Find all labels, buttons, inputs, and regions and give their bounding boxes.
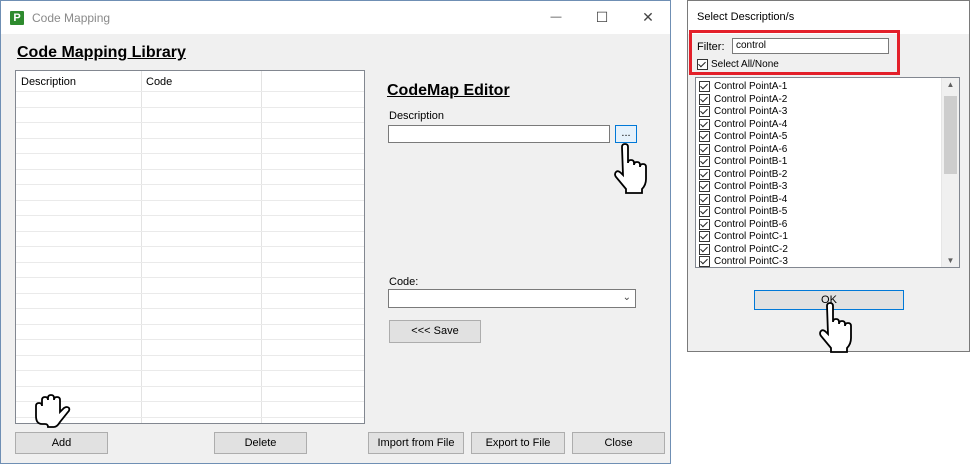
- pointer-hand-icon: [614, 143, 647, 194]
- grid-row-line: [16, 261, 364, 263]
- list-item-checkbox[interactable]: [699, 218, 710, 230]
- list-item-checkbox[interactable]: [699, 118, 710, 130]
- list-item-label: Control PointA-1: [714, 81, 788, 92]
- minimize-button[interactable]: —: [533, 1, 579, 34]
- list-item-checkbox[interactable]: [699, 206, 710, 217]
- close-window-button[interactable]: ✕: [625, 1, 671, 34]
- list-item-label: Control PointB-5: [714, 206, 788, 217]
- editor-heading: CodeMap Editor: [387, 82, 510, 99]
- grid-row-line: [16, 354, 364, 356]
- list-item-label: Control PointA-3: [714, 106, 788, 117]
- list-item-label: Control PointA-4: [714, 118, 788, 130]
- list-item-label: Control PointA-2: [714, 93, 788, 105]
- grid-row-line: [16, 230, 364, 232]
- import-button[interactable]: Import from File: [368, 432, 464, 454]
- grid-row-line: [16, 91, 364, 92]
- list-item-checkbox[interactable]: [699, 93, 710, 105]
- grid-row-line: [16, 277, 364, 278]
- title-bar: P Code Mapping — ☐ ✕: [1, 1, 670, 34]
- grid-row-line: [16, 215, 364, 216]
- grid-row-line: [16, 106, 364, 108]
- list-item-checkbox[interactable]: [699, 106, 710, 117]
- browse-description-button[interactable]: ...: [615, 125, 637, 143]
- description-label: Description: [389, 110, 445, 122]
- code-dropdown[interactable]: ⌄: [388, 289, 636, 308]
- grid-row-line: [16, 199, 364, 201]
- list-item-checkbox[interactable]: [699, 243, 710, 255]
- grid-row-line: [16, 370, 364, 371]
- list-scrollbar[interactable]: ▲ ▼: [941, 78, 959, 267]
- grid-row-line: [16, 308, 364, 309]
- list-item-checkbox[interactable]: [699, 256, 710, 267]
- list-item-label: Control PointA-6: [714, 143, 788, 155]
- list-item-checkbox[interactable]: [699, 193, 710, 205]
- list-item-label: Control PointB-4: [714, 193, 788, 205]
- list-item-label: Control PointC-2: [714, 243, 788, 255]
- grid-header-description[interactable]: Description: [21, 76, 76, 88]
- list-item-checkbox[interactable]: [699, 156, 710, 167]
- grid-row-line: [16, 153, 364, 154]
- save-button[interactable]: <<< Save: [389, 320, 481, 343]
- scrollbar-thumb[interactable]: [944, 96, 957, 174]
- grid-header-code[interactable]: Code: [146, 76, 172, 88]
- list-item-label: Control PointB-6: [714, 218, 788, 230]
- list-item-label: Control PointC-3: [714, 256, 788, 267]
- library-heading: Code Mapping Library: [17, 44, 186, 61]
- grid-row-line: [16, 122, 364, 123]
- grid-row-line: [16, 339, 364, 340]
- close-button[interactable]: Close: [572, 432, 665, 454]
- highlight-box: [689, 30, 900, 75]
- list-item-label: Control PointB-2: [714, 168, 788, 180]
- chevron-up-icon[interactable]: ▲: [942, 80, 959, 89]
- list-item-checkbox[interactable]: [699, 168, 710, 180]
- list-item-checkbox[interactable]: [699, 81, 710, 92]
- grid-row-line: [16, 246, 364, 247]
- delete-button[interactable]: Delete: [214, 432, 307, 454]
- list-item-checkbox[interactable]: [699, 143, 710, 155]
- chevron-down-icon[interactable]: ▼: [942, 256, 959, 265]
- code-mapping-grid[interactable]: Description Code: [15, 70, 365, 424]
- pointer-hand-icon: [819, 302, 852, 353]
- pointer-hand-icon: [35, 394, 71, 428]
- grid-row-line: [16, 323, 364, 325]
- list-item-label: Control PointA-5: [714, 131, 788, 142]
- maximize-button[interactable]: ☐: [579, 1, 625, 34]
- grid-row-line: [16, 137, 364, 139]
- dialog-title: Select Description/s: [697, 11, 795, 23]
- list-item-checkbox[interactable]: [699, 181, 710, 192]
- grid-row-line: [16, 184, 364, 185]
- export-button[interactable]: Export to File: [471, 432, 565, 454]
- description-checklist[interactable]: Control PointA-1 Control PointA-2 Control …: [695, 77, 960, 268]
- list-item-checkbox[interactable]: [699, 231, 710, 242]
- description-input[interactable]: [388, 125, 610, 143]
- grid-row-line: [16, 292, 364, 294]
- add-button[interactable]: Add: [15, 432, 108, 454]
- list-item-label: Control PointB-3: [714, 181, 788, 192]
- grid-row-line: [16, 168, 364, 170]
- list-item-checkbox[interactable]: [699, 131, 710, 142]
- list-item-label: Control PointB-1: [714, 156, 788, 167]
- chevron-down-icon: ⌄: [622, 292, 631, 303]
- list-item-label: Control PointC-1: [714, 231, 788, 242]
- window-title: Code Mapping: [32, 11, 111, 25]
- code-label: Code:: [389, 276, 419, 288]
- app-logo-icon: P: [10, 11, 24, 25]
